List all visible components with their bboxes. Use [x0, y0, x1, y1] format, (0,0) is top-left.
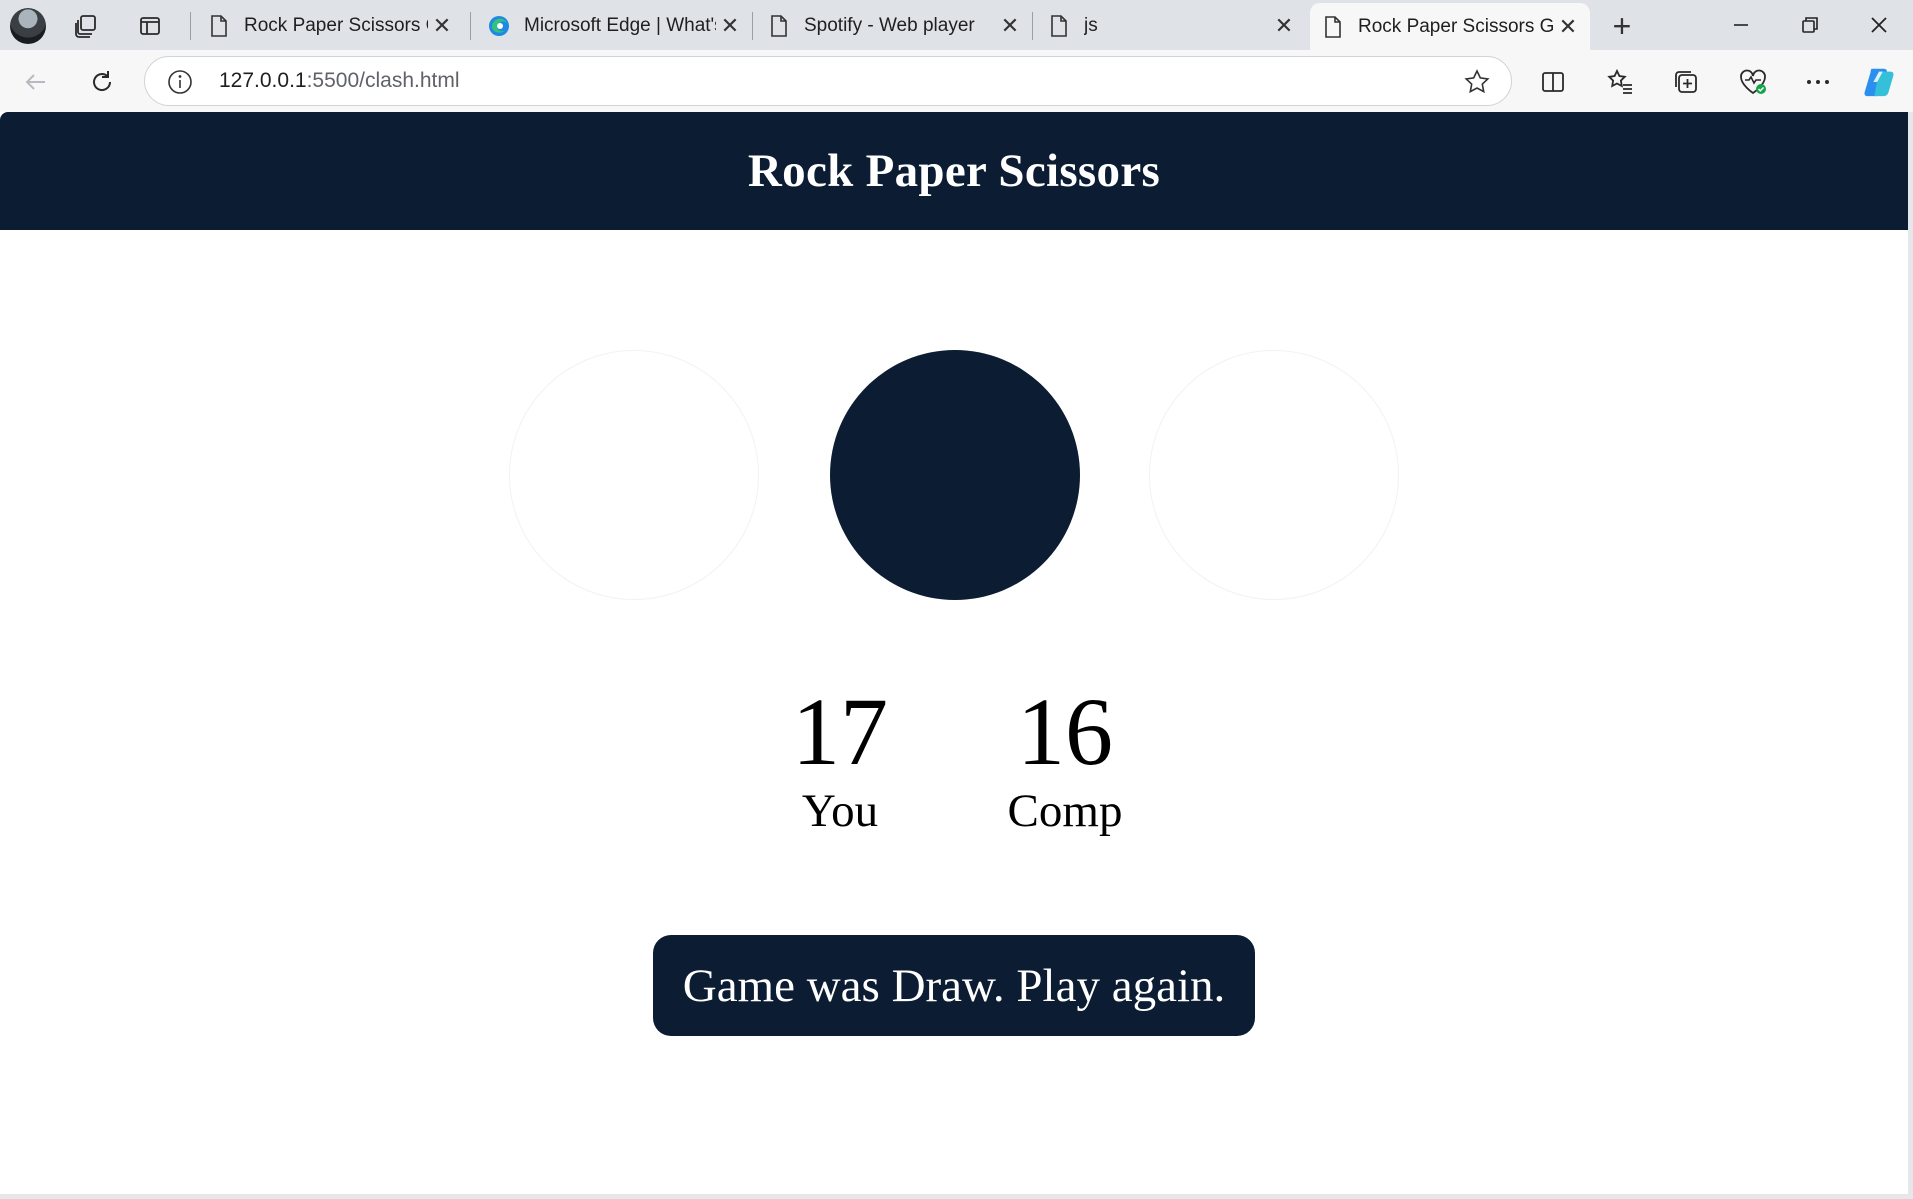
back-arrow-icon[interactable]	[16, 62, 56, 102]
comp-score-value: 16	[1017, 678, 1113, 785]
site-info-icon[interactable]	[167, 69, 193, 95]
favorite-star-icon[interactable]	[1463, 68, 1491, 96]
new-tab-plus-icon[interactable]: +	[1604, 8, 1640, 44]
url-text[interactable]: 127.0.0.1:5500/clash.html	[219, 69, 460, 93]
comp-score: 16 Comp	[985, 682, 1145, 838]
tab-separator	[752, 12, 753, 40]
result-message-box: Game was Draw. Play again.	[653, 935, 1255, 1036]
tab-separator	[190, 12, 191, 40]
page-icon	[768, 15, 790, 37]
paper-choice[interactable]	[830, 350, 1080, 600]
minimize-icon[interactable]	[1707, 0, 1775, 50]
close-tab-icon[interactable]: ✕	[1270, 12, 1298, 40]
url-path: :5500/clash.html	[306, 69, 460, 92]
tab-title: Rock Paper Scissors Gar	[1358, 15, 1554, 37]
browser-essentials-icon[interactable]	[1736, 65, 1770, 99]
close-tab-icon[interactable]: ✕	[428, 12, 456, 40]
page-icon	[208, 15, 230, 37]
page-icon	[1322, 15, 1344, 38]
scissors-choice[interactable]	[1149, 350, 1399, 600]
close-window-icon[interactable]	[1845, 0, 1913, 50]
tab-3[interactable]: Spotify - Web player ✕	[756, 6, 1032, 46]
browser-toolbar: 127.0.0.1:5500/clash.html	[0, 50, 1913, 112]
collections-icon[interactable]	[1669, 65, 1703, 99]
page-icon	[1048, 15, 1070, 37]
copilot-icon[interactable]	[1862, 65, 1896, 99]
restore-window-icon[interactable]	[1776, 0, 1844, 50]
tab-strip: Rock Paper Scissors Gar ✕ Microsoft Edge…	[0, 0, 1913, 50]
user-score-value: 17	[792, 678, 888, 785]
tab-separator	[470, 12, 471, 40]
tab-5-active[interactable]: Rock Paper Scissors Gar ✕	[1310, 3, 1590, 50]
edge-logo-icon	[488, 15, 510, 37]
favorites-list-icon[interactable]	[1603, 65, 1637, 99]
split-screen-icon[interactable]	[1536, 65, 1570, 99]
profile-avatar[interactable]	[10, 8, 46, 44]
tab-1[interactable]: Rock Paper Scissors Gar ✕	[196, 6, 464, 46]
page-title: Rock Paper Scissors	[747, 145, 1161, 197]
window-edge	[1908, 112, 1913, 1199]
tab-title: js	[1084, 15, 1098, 36]
comp-score-label: Comp	[1007, 785, 1123, 837]
tab-separator	[1032, 12, 1033, 40]
address-bar[interactable]: 127.0.0.1:5500/clash.html	[144, 56, 1512, 106]
rock-choice[interactable]	[509, 350, 759, 600]
tab-title: Spotify - Web player	[804, 15, 975, 36]
window-edge	[0, 1194, 1913, 1199]
close-tab-icon[interactable]: ✕	[1554, 13, 1582, 41]
result-message: Game was Draw. Play again.	[682, 959, 1226, 1012]
refresh-icon[interactable]	[82, 62, 122, 102]
tab-title: Rock Paper Scissors Gar	[244, 15, 428, 36]
vertical-tabs-icon[interactable]	[132, 8, 168, 44]
tab-4[interactable]: js ✕	[1036, 6, 1306, 46]
more-options-icon[interactable]	[1801, 65, 1835, 99]
page-header: Rock Paper Scissors	[0, 112, 1908, 230]
tab-2[interactable]: Microsoft Edge | What's ✕	[476, 6, 752, 46]
url-host: 127.0.0.1	[219, 69, 307, 92]
workspaces-icon[interactable]	[68, 8, 104, 44]
user-score: 17 You	[760, 682, 920, 838]
user-score-label: You	[801, 785, 879, 837]
close-tab-icon[interactable]: ✕	[716, 12, 744, 40]
close-tab-icon[interactable]: ✕	[996, 12, 1024, 40]
tab-title: Microsoft Edge | What's	[524, 15, 716, 36]
page-viewport: Rock Paper Scissors 17 You 16 Comp Game …	[0, 112, 1908, 1194]
